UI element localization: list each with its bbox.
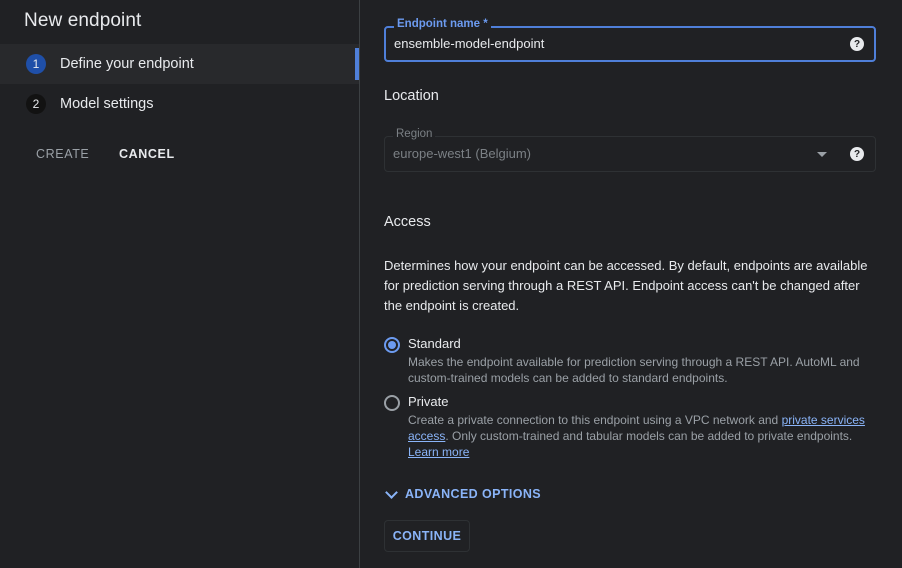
endpoint-name-input[interactable]: ensemble-model-endpoint bbox=[394, 36, 544, 51]
endpoint-name-field[interactable]: Endpoint name * ensemble-model-endpoint … bbox=[384, 18, 876, 62]
form-panel: Endpoint name * ensemble-model-endpoint … bbox=[360, 0, 902, 568]
advanced-options-toggle[interactable]: ADVANCED OPTIONS bbox=[384, 485, 542, 501]
access-description: Determines how your endpoint can be acce… bbox=[384, 258, 868, 313]
radio-standard-description: Makes the endpoint available for predict… bbox=[408, 355, 860, 385]
steps-panel: New endpoint 1 Define your endpoint 2 Mo… bbox=[0, 0, 359, 568]
step-label: Define your endpoint bbox=[60, 56, 194, 72]
page-title: New endpoint bbox=[24, 10, 142, 31]
radio-standard[interactable] bbox=[384, 337, 400, 353]
radio-standard-title: Standard bbox=[408, 336, 461, 351]
region-label: Region bbox=[393, 128, 436, 140]
app-root: New endpoint 1 Define your endpoint 2 Mo… bbox=[0, 0, 902, 568]
help-circle-icon[interactable]: ? bbox=[850, 37, 864, 51]
radio-private[interactable] bbox=[384, 395, 400, 411]
continue-label: CONTINUE bbox=[392, 529, 462, 543]
private-desc-pre: Create a private connection to this endp… bbox=[408, 413, 782, 427]
radio-private-title: Private bbox=[408, 394, 449, 409]
advanced-options-label: ADVANCED OPTIONS bbox=[405, 487, 542, 501]
step-number-badge: 1 bbox=[26, 54, 46, 74]
region-value: europe-west1 (Belgium) bbox=[393, 146, 532, 161]
step-number-badge: 2 bbox=[26, 94, 46, 114]
help-circle-icon[interactable]: ? bbox=[850, 147, 864, 161]
step-label: Model settings bbox=[60, 96, 154, 112]
step-define-endpoint[interactable]: 1 Define your endpoint bbox=[0, 44, 359, 84]
create-button[interactable]: CREATE bbox=[36, 147, 89, 161]
step-model-settings[interactable]: 2 Model settings bbox=[0, 84, 359, 124]
region-select: Region europe-west1 (Belgium) ? bbox=[384, 128, 876, 172]
radio-private-description: Create a private connection to this endp… bbox=[408, 412, 878, 460]
continue-button[interactable]: CONTINUE bbox=[384, 520, 470, 552]
location-heading: Location bbox=[384, 88, 439, 104]
private-desc-post: . Only custom-trained and tabular models… bbox=[445, 429, 853, 443]
cancel-button[interactable]: CANCEL bbox=[119, 147, 175, 161]
endpoint-name-label: Endpoint name * bbox=[394, 18, 491, 30]
learn-more-link[interactable]: Learn more bbox=[408, 445, 469, 459]
access-heading: Access bbox=[384, 214, 431, 230]
chevron-down-icon bbox=[385, 485, 398, 499]
caret-down-icon bbox=[817, 152, 827, 157]
